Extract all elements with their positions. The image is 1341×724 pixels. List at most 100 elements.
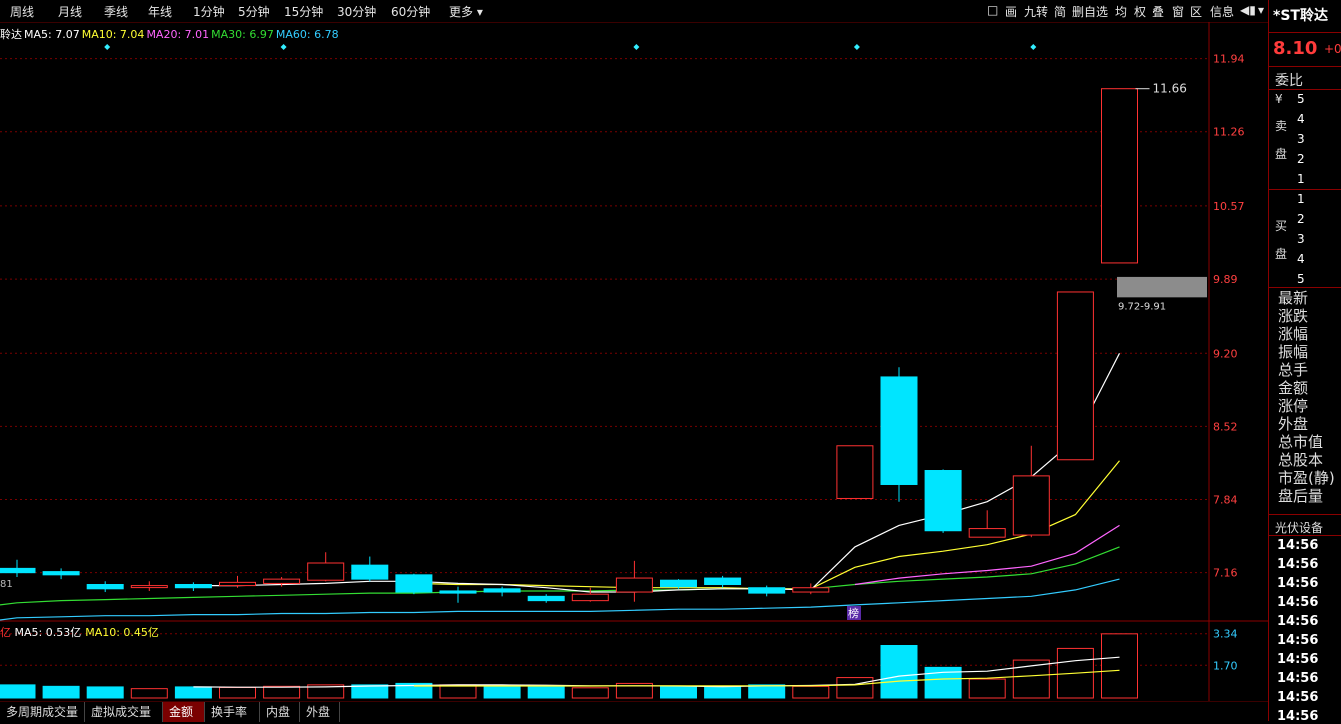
high-label: 11.66 [1153,82,1187,96]
sell-level-3: 3 [1297,132,1305,146]
sell-char-0: 卖 [1275,119,1288,133]
volume-bar [439,684,477,699]
time-5: 14:56 [1277,633,1319,648]
stock-title: *ST聆达 [1273,8,1328,24]
price-tick-label: 7.16 [1213,567,1238,580]
buy-level-1: 1 [1297,192,1305,206]
buy-char-0: 买 [1275,219,1288,233]
candle-body [42,571,80,576]
candle-body [704,577,742,586]
candle-body [1012,475,1050,536]
price-change: +0 [1324,42,1341,56]
time-6: 14:56 [1277,652,1319,667]
candle-body [748,587,786,594]
time-8: 14:56 [1277,690,1319,705]
candle-body [395,574,433,593]
candle-body [0,567,36,574]
tab-1[interactable]: 虚拟成交量 [85,702,163,722]
volume-bar [0,684,36,699]
volume-bar [130,688,168,699]
volume-bar [836,677,874,699]
ma-legend: 聆达 MA5: 7.07 MA10: 7.04 MA20: 7.01 MA30: 6.9… [0,26,341,41]
price-tick-label: 8.52 [1213,420,1238,433]
price-tick-label: 10.57 [1213,200,1245,213]
kline-chart[interactable]: 11.94 11.26 10.57 9.89 9.20 8.52 7.84 7.16 3.34 1… [0,0,1268,721]
volume-bar [1101,633,1138,699]
volume-legend: 亿 MA5: 0.53亿 MA10: 0.45亿 [0,624,163,640]
range-label: 9.72-9.91 [1118,301,1166,312]
vol-legend-0: MA5: 0.53亿 [14,626,82,639]
vol-legend-1: MA10: 0.45亿 [85,626,159,639]
volume-tick-label: 1.70 [1213,659,1238,672]
time-7: 14:56 [1277,671,1319,686]
candle-body [1056,291,1094,461]
time-9: 14:56 [1277,709,1319,724]
volume-bar [527,685,565,699]
bang-marker: 榜 [848,606,859,620]
event-marker-icon [104,44,111,50]
candle-body [219,581,256,587]
volume-bar [483,685,521,699]
price-tick-label: 7.84 [1213,494,1238,507]
field-1: 涨跌 [1278,307,1309,325]
volume-tick-label: 3.34 [1213,628,1238,641]
ma5-line [193,353,1121,593]
sector-label[interactable]: 光伏设备 [1275,519,1323,536]
buy-char-1: 盘 [1275,247,1288,261]
buy-level-2: 2 [1297,212,1305,226]
event-marker-icon [853,44,860,50]
quote-panel: *ST聆达 8.10 +0 委比 ¥ 卖盘 5 4 3 2 1 买盘 1 2 3 4 5 最新 涨跌 涨幅振… [1268,0,1341,724]
sell-level-4: 4 [1297,112,1305,126]
field-6: 涨停 [1278,397,1309,415]
candle-body [836,445,874,499]
candle-body [307,562,345,581]
volume-bar [880,645,918,699]
tab-2[interactable]: 金额 [163,702,205,722]
indicator-tabs: 多周期成交量 虚拟成交量 金额 换手率 内盘 外盘 [0,701,1268,722]
price-range-box [1117,276,1207,298]
candle-body [571,593,609,602]
event-marker-icon [280,44,287,50]
candle-body [439,590,477,594]
candle-body [792,587,830,593]
price-tick-label: 9.20 [1213,347,1238,360]
legend-ma-4: MA60: 6.78 [275,28,339,41]
candle-body [1101,88,1138,264]
last-price: 8.10 [1273,38,1318,59]
candle-body [968,528,1006,538]
event-marker-icon [1030,44,1037,50]
volume-bar [660,685,697,699]
weibi-label: 委比 [1275,73,1303,89]
buy-level-5: 5 [1297,272,1305,286]
price-tick-label: 11.94 [1213,53,1245,66]
field-4: 总手 [1278,361,1309,379]
event-marker-icon [633,44,640,50]
candle-body [86,584,124,590]
field-10: 市盈(静) [1278,469,1335,487]
field-0: 最新 [1278,289,1309,307]
tab-5[interactable]: 外盘 [300,702,340,722]
volume-bar [571,687,609,699]
field-5: 金额 [1278,379,1309,397]
field-9: 总股本 [1278,451,1324,469]
yen-sign: ¥ [1275,92,1283,106]
volume-bar [748,684,786,699]
volume-bar [219,687,256,699]
tab-4[interactable]: 内盘 [260,702,300,722]
time-2: 14:56 [1277,576,1319,591]
volume-bar [174,686,212,699]
buy-level-4: 4 [1297,252,1305,266]
candle-body [483,588,521,593]
candle-body [174,584,212,589]
tab-3[interactable]: 换手率 [205,702,260,722]
candle-body [263,578,301,584]
legend-ma-0: MA5: 7.07 [24,28,80,41]
candle-body [527,595,565,602]
tab-0[interactable]: 多周期成交量 [0,702,85,722]
field-3: 振幅 [1278,343,1309,361]
candle-body [130,585,168,589]
time-0: 14:56 [1277,538,1319,553]
volume-bar [704,685,742,699]
sell-level-2: 2 [1297,152,1305,166]
field-11: 盘后量 [1278,487,1324,505]
